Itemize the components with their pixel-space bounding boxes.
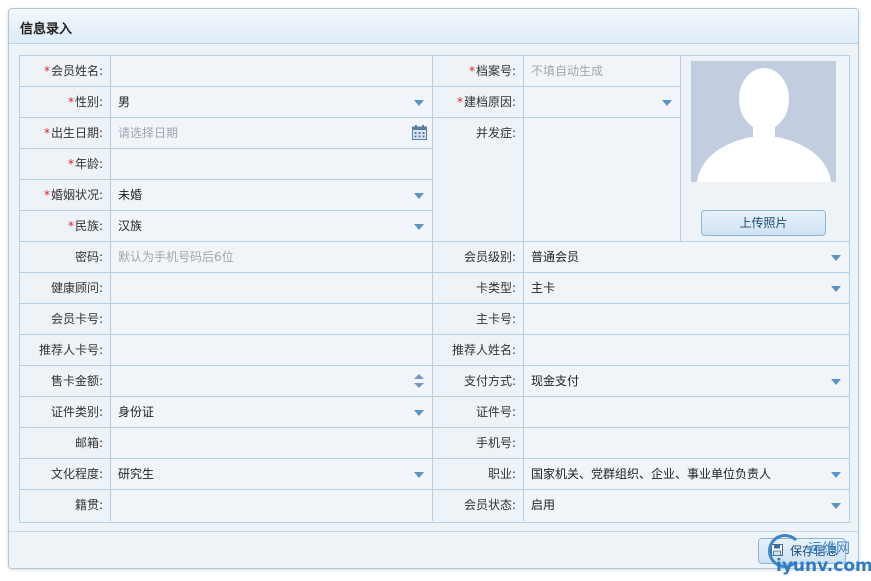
avatar-placeholder-icon — [691, 61, 836, 182]
info-entry-panel: 信息录入 *会员姓名: *档案号: 不填自动生成 *性别: 男 *建档原因: *… — [8, 8, 859, 569]
member-status-select[interactable]: 启用 — [524, 490, 849, 521]
chevron-down-icon — [831, 286, 841, 292]
occupation-select[interactable]: 国家机关、党群组织、企业、事业单位负责人 — [524, 459, 849, 490]
calendar-icon[interactable] — [412, 125, 427, 140]
phone-input[interactable] — [524, 428, 849, 459]
member-level-select[interactable]: 普通会员 — [524, 242, 849, 273]
health-advisor-input[interactable] — [111, 273, 433, 304]
marital-label: *婚姻状况: — [20, 180, 111, 211]
chevron-down-icon — [414, 410, 424, 416]
member-card-no-label: 会员卡号: — [20, 304, 111, 335]
ethnic-label: *民族: — [20, 211, 111, 242]
chevron-down-icon — [414, 224, 424, 230]
phone-label: 手机号: — [433, 428, 524, 459]
gender-label: *性别: — [20, 87, 111, 118]
id-type-select[interactable]: 身份证 — [111, 397, 433, 428]
referrer-name-input[interactable] — [524, 335, 849, 366]
age-input[interactable] — [111, 149, 433, 180]
birthday-input[interactable]: 请选择日期 — [111, 118, 433, 149]
password-label: 密码: — [20, 242, 111, 273]
watermark-logo: 运维网 iyunv.com — [764, 534, 871, 578]
chevron-down-icon — [662, 100, 672, 106]
birthday-label: *出生日期: — [20, 118, 111, 149]
id-no-input[interactable] — [524, 397, 849, 428]
id-type-label: 证件类别: — [20, 397, 111, 428]
referrer-card-no-label: 推荐人卡号: — [20, 335, 111, 366]
marital-select[interactable]: 未婚 — [111, 180, 433, 211]
chevron-down-icon — [831, 472, 841, 478]
spin-down-icon[interactable] — [414, 383, 424, 388]
email-input[interactable] — [111, 428, 433, 459]
member-name-input[interactable] — [111, 56, 433, 87]
file-reason-label: *建档原因: — [433, 87, 524, 118]
education-select[interactable]: 研究生 — [111, 459, 433, 490]
gender-select[interactable]: 男 — [111, 87, 433, 118]
member-level-label: 会员级别: — [433, 242, 524, 273]
panel-title: 信息录入 — [20, 22, 73, 37]
ethnic-select[interactable]: 汉族 — [111, 211, 433, 242]
referrer-name-label: 推荐人姓名: — [433, 335, 524, 366]
file-no-label: *档案号: — [433, 56, 524, 87]
email-label: 邮箱: — [20, 428, 111, 459]
card-amount-input[interactable] — [111, 366, 433, 397]
number-spinner[interactable] — [414, 374, 424, 390]
pay-method-select[interactable]: 现金支付 — [524, 366, 849, 397]
native-place-label: 籍贯: — [20, 490, 111, 521]
spin-up-icon[interactable] — [414, 374, 424, 379]
occupation-label: 职业: — [433, 459, 524, 490]
password-input[interactable]: 默认为手机号码后6位 — [111, 242, 433, 273]
panel-footer: 保存信息 — [9, 531, 858, 568]
referrer-card-no-input[interactable] — [111, 335, 433, 366]
pay-method-label: 支付方式: — [433, 366, 524, 397]
education-label: 文化程度: — [20, 459, 111, 490]
card-amount-label: 售卡金额: — [20, 366, 111, 397]
health-advisor-label: 健康顾问: — [20, 273, 111, 304]
age-label: *年龄: — [20, 149, 111, 180]
complication-textarea[interactable] — [524, 118, 681, 242]
watermark-url: iyunv.com — [776, 556, 871, 576]
file-reason-select[interactable] — [524, 87, 681, 118]
complication-label: 并发症: — [433, 118, 524, 242]
chevron-down-icon — [831, 255, 841, 261]
chevron-down-icon — [414, 193, 424, 199]
id-no-label: 证件号: — [433, 397, 524, 428]
native-place-input[interactable] — [111, 490, 433, 521]
member-status-label: 会员状态: — [433, 490, 524, 521]
member-name-label: *会员姓名: — [20, 56, 111, 87]
chevron-down-icon — [414, 100, 424, 106]
file-no-input[interactable]: 不填自动生成 — [524, 56, 681, 87]
card-type-select[interactable]: 主卡 — [524, 273, 849, 304]
entry-form: *会员姓名: *档案号: 不填自动生成 *性别: 男 *建档原因: *出生日期:… — [19, 55, 850, 523]
panel-header: 信息录入 — [9, 9, 858, 44]
member-card-no-input[interactable] — [111, 304, 433, 335]
chevron-down-icon — [414, 472, 424, 478]
upload-photo-button[interactable]: 上传照片 — [701, 210, 826, 236]
card-type-label: 卡类型: — [433, 273, 524, 304]
main-card-no-input[interactable] — [524, 304, 849, 335]
watermark-text: 运维网 — [808, 541, 850, 557]
chevron-down-icon — [831, 503, 841, 509]
chevron-down-icon — [831, 379, 841, 385]
main-card-no-label: 主卡号: — [433, 304, 524, 335]
